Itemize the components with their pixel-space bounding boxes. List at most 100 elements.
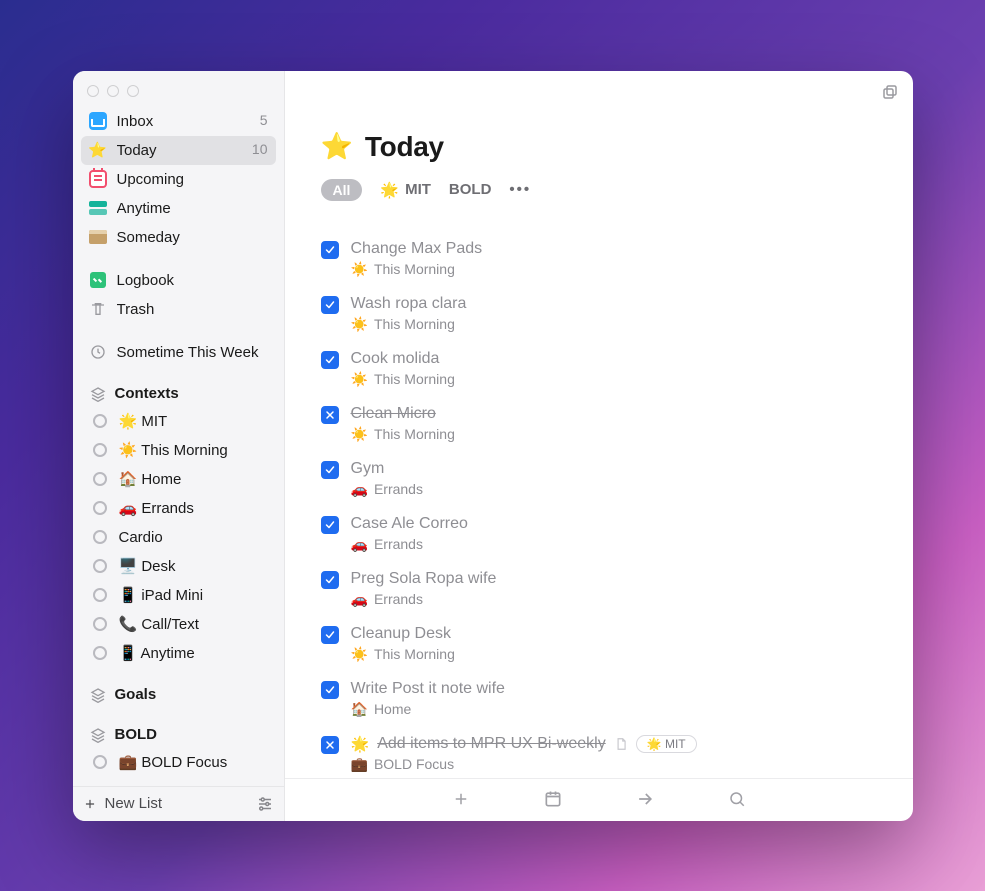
bottom-toolbar (285, 778, 913, 821)
task-row[interactable]: Write Post it note wife🏠Home (313, 673, 885, 728)
sidebar-item-context[interactable]: 📱 Anytime (83, 639, 276, 668)
task-row[interactable]: 🌟Add items to MPR UX Bi-weekly🌟 MIT💼BOLD… (313, 728, 885, 778)
new-window-icon[interactable] (881, 83, 899, 101)
sidebar-item-inbox[interactable]: Inbox 5 (81, 107, 276, 136)
project-icon (91, 441, 109, 459)
task-row[interactable]: Cleanup Desk☀️This Morning (313, 618, 885, 673)
sidebar-item-bold-project[interactable]: 💼 BOLD Focus (83, 748, 276, 777)
task-row[interactable]: Wash ropa clara ☀️This Morning (313, 288, 885, 343)
sidebar-item-context[interactable]: 🚗 Errands (83, 494, 276, 523)
sidebar-item-context[interactable]: 📞 Call/Text (83, 610, 276, 639)
task-body: Wash ropa clara ☀️This Morning (351, 294, 877, 333)
page-header: ⭐ Today (285, 71, 913, 175)
task-checkbox[interactable] (321, 571, 339, 589)
task-title: Case Ale Correo (351, 514, 468, 534)
sidebar-item-sometime-this-week[interactable]: Sometime This Week (81, 338, 276, 367)
task-checkbox[interactable] (321, 681, 339, 699)
sidebar-item-label: 📱 Anytime (119, 643, 268, 664)
project-emoji-icon: ☀️ (351, 316, 368, 333)
sidebar-item-label: Logbook (117, 270, 268, 291)
sidebar-item-context[interactable]: 🌟 MIT (83, 407, 276, 436)
task-checkbox[interactable] (321, 406, 339, 424)
task-checkbox[interactable] (321, 351, 339, 369)
task-row[interactable]: Case Ale Correo🚗Errands (313, 508, 885, 563)
when-button[interactable] (543, 789, 563, 809)
sidebar-scroll: Inbox 5 ⭐ Today 10 Upcoming Anytime Some… (73, 107, 284, 786)
task-checkbox[interactable] (321, 296, 339, 314)
traffic-zoom[interactable] (127, 85, 139, 97)
area-icon (89, 686, 107, 704)
sidebar-item-label: ☀️ This Morning (119, 440, 268, 461)
search-button[interactable] (727, 789, 747, 809)
task-title: Write Post it note wife (351, 679, 505, 699)
project-emoji-icon: 🚗 (351, 481, 368, 498)
task-project: ☀️This Morning (351, 316, 877, 333)
area-icon (89, 726, 107, 744)
sidebar-group-title-goals[interactable]: Goals (81, 682, 276, 708)
sidebar-item-label: 💼 BOLD Focus (119, 752, 268, 773)
task-title-emoji: 🌟 (351, 735, 370, 753)
app-window: Inbox 5 ⭐ Today 10 Upcoming Anytime Some… (73, 71, 913, 821)
task-body: Case Ale Correo🚗Errands (351, 514, 877, 553)
task-checkbox[interactable] (321, 516, 339, 534)
calendar-icon (89, 170, 107, 188)
plus-icon (83, 797, 97, 811)
task-body: Clean Micro☀️This Morning (351, 404, 877, 443)
sidebar-group-label: BOLD (115, 726, 158, 743)
task-project: ☀️This Morning (351, 646, 877, 663)
filter-all[interactable]: All (321, 179, 363, 201)
sidebar-item-label: 📱 iPad Mini (119, 585, 268, 606)
sidebar-item-label: Today (117, 140, 242, 161)
sidebar-item-context[interactable]: 📱 iPad Mini (83, 581, 276, 610)
project-icon (91, 557, 109, 575)
sidebar-item-label: Cardio (119, 527, 268, 548)
window-controls (73, 71, 284, 107)
traffic-minimize[interactable] (107, 85, 119, 97)
sidebar-group-title-contexts[interactable]: Contexts (81, 381, 276, 407)
inbox-icon (89, 112, 107, 130)
sparkle-icon: 🌟 (380, 181, 399, 199)
task-row[interactable]: Preg Sola Ropa wife🚗Errands (313, 563, 885, 618)
project-emoji-icon: ☀️ (351, 646, 368, 663)
task-tag[interactable]: 🌟 MIT (636, 735, 697, 753)
new-list-button[interactable]: New List (83, 795, 163, 812)
sidebar-item-logbook[interactable]: Logbook (81, 266, 276, 295)
task-title: Add items to MPR UX Bi-weekly (377, 734, 606, 754)
task-checkbox[interactable] (321, 461, 339, 479)
clock-icon (89, 343, 107, 361)
project-emoji-icon: ☀️ (351, 371, 368, 388)
task-body: Preg Sola Ropa wife🚗Errands (351, 569, 877, 608)
task-checkbox[interactable] (321, 241, 339, 259)
sidebar-group-bold: BOLD 💼 BOLD Focus (81, 722, 276, 777)
move-button[interactable] (635, 789, 655, 809)
new-todo-button[interactable] (451, 789, 471, 809)
sidebar-item-context[interactable]: 🖥️ Desk (83, 552, 276, 581)
task-checkbox[interactable] (321, 736, 339, 754)
sidebar-item-anytime[interactable]: Anytime (81, 194, 276, 223)
sidebar-item-context[interactable]: ☀️ This Morning (83, 436, 276, 465)
task-row[interactable]: Clean Micro☀️This Morning (313, 398, 885, 453)
sidebar-group-title-bold[interactable]: BOLD (81, 722, 276, 748)
sidebar-item-today[interactable]: ⭐ Today 10 (81, 136, 276, 165)
task-row[interactable]: Change Max Pads☀️This Morning (313, 233, 885, 288)
settings-icon[interactable] (256, 795, 274, 813)
sidebar-item-context[interactable]: Cardio (83, 523, 276, 552)
filter-more[interactable]: ••• (509, 181, 531, 198)
filter-bold[interactable]: BOLD (449, 181, 492, 198)
sidebar-group-goals: Goals (81, 682, 276, 708)
trash-icon (89, 300, 107, 318)
task-row[interactable]: Cook molida☀️This Morning (313, 343, 885, 398)
task-row[interactable]: Gym🚗Errands (313, 453, 885, 508)
sidebar-item-trash[interactable]: Trash (81, 295, 276, 324)
area-icon (89, 385, 107, 403)
task-title: Wash ropa clara (351, 294, 467, 314)
filter-mit[interactable]: 🌟 MIT (380, 181, 431, 199)
notes-icon (614, 736, 628, 752)
sidebar-group-label: Contexts (115, 385, 179, 402)
sidebar-item-context[interactable]: 🏠 Home (83, 465, 276, 494)
task-checkbox[interactable] (321, 626, 339, 644)
project-icon (91, 586, 109, 604)
sidebar-item-someday[interactable]: Someday (81, 223, 276, 252)
sidebar-item-upcoming[interactable]: Upcoming (81, 165, 276, 194)
traffic-close[interactable] (87, 85, 99, 97)
